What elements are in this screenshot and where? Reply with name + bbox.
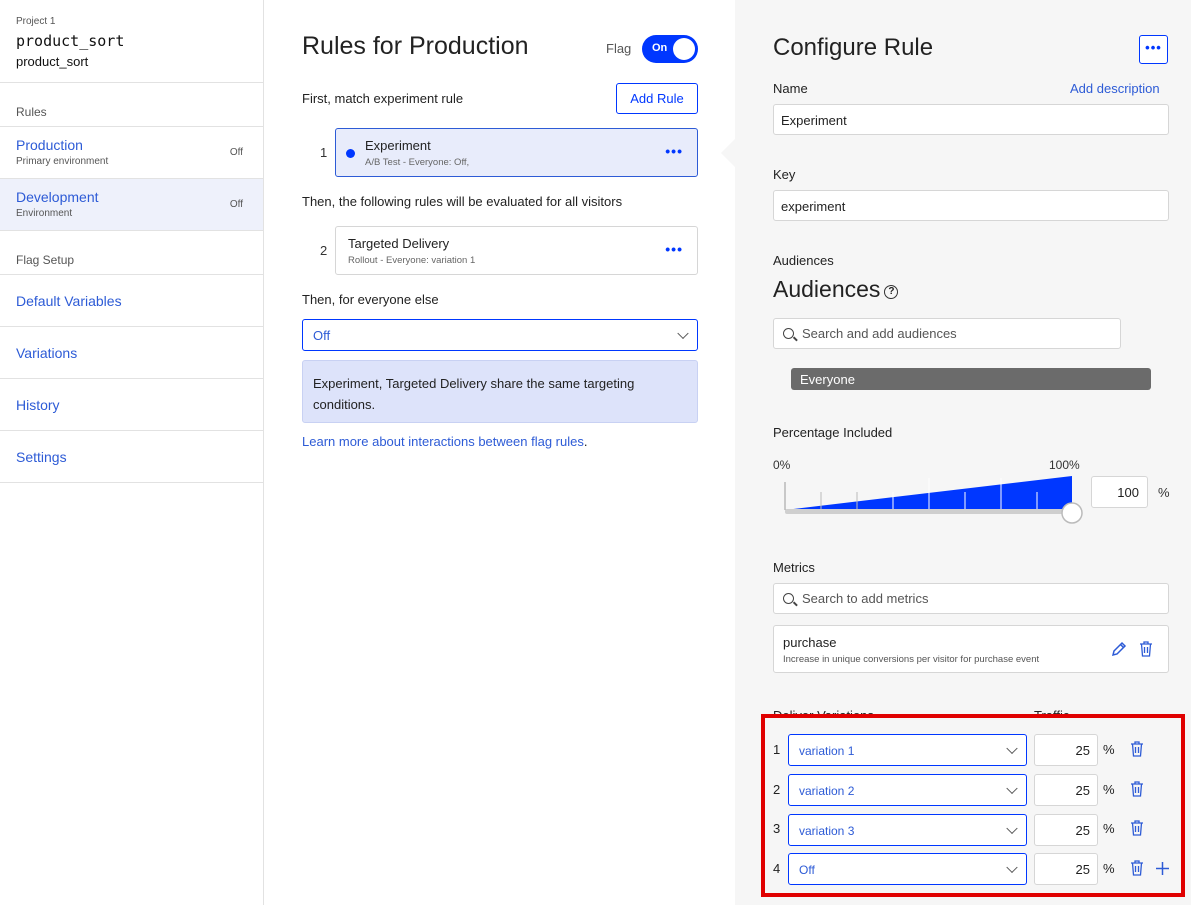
- percentage-label: Percentage Included: [773, 425, 893, 440]
- slider-handle[interactable]: [1061, 502, 1083, 524]
- project-header: Project 1 product_sort product_sort: [0, 0, 263, 83]
- metric-description: Increase in unique conversions per visit…: [783, 654, 1040, 665]
- env-status: Off: [229, 199, 243, 210]
- rule-number: 2: [320, 243, 328, 258]
- add-description-link[interactable]: Add description: [1070, 81, 1160, 96]
- flag-label: Flag: [606, 41, 632, 56]
- metrics-label: Metrics: [773, 560, 815, 575]
- sidebar-item-production[interactable]: Production Primary environment Off: [0, 127, 263, 179]
- rules-panel: Rules for Production Flag On First, matc…: [264, 0, 735, 905]
- metric-card: purchase Increase in unique conversions …: [773, 625, 1169, 673]
- add-rule-button[interactable]: Add Rule: [616, 83, 698, 114]
- metrics-search-placeholder: Search to add metrics: [802, 591, 929, 606]
- panel-title: Configure Rule: [773, 34, 934, 61]
- rule-card-experiment[interactable]: Experiment A/B Test - Everyone: Off, •••: [335, 128, 698, 177]
- help-icon[interactable]: ?: [884, 285, 899, 299]
- flag-toggle[interactable]: On: [642, 35, 698, 63]
- env-name: Development: [16, 189, 99, 205]
- then-everyone-text: Then, for everyone else: [302, 292, 439, 307]
- name-label: Name: [773, 81, 808, 96]
- env-status: Off: [229, 147, 243, 158]
- title-prefix: Rules for: [302, 32, 403, 60]
- more-options-icon[interactable]: •••: [665, 143, 683, 159]
- pct-min-label: 0%: [773, 458, 791, 472]
- audiences-heading-text: Audiences: [773, 276, 881, 302]
- flag-setup-heading: Flag Setup: [0, 231, 263, 275]
- pct-max-label: 100%: [1049, 458, 1080, 472]
- env-name: Production: [16, 137, 83, 153]
- sidebar-item-settings[interactable]: Settings: [0, 431, 263, 483]
- trash-icon[interactable]: [1139, 641, 1153, 657]
- percentage-slider[interactable]: [783, 474, 1087, 526]
- rule-number: 1: [320, 145, 328, 160]
- sidebar-item-variations[interactable]: Variations: [0, 327, 263, 379]
- rule-subtitle: A/B Test - Everyone: Off,: [365, 157, 470, 168]
- name-field[interactable]: Experiment: [773, 104, 1169, 135]
- key-label: Key: [773, 167, 796, 182]
- audience-chip-everyone[interactable]: Everyone: [791, 368, 1151, 390]
- pencil-icon[interactable]: [1111, 641, 1127, 657]
- toggle-label: On: [652, 42, 668, 54]
- everyone-else-select[interactable]: Off: [302, 319, 698, 351]
- metrics-search-input[interactable]: Search to add metrics: [773, 583, 1169, 614]
- project-label: Project 1: [16, 16, 56, 27]
- rules-section-heading: Rules: [0, 83, 263, 127]
- rule-title: Targeted Delivery: [348, 236, 450, 251]
- page-title: Rules for Production: [302, 32, 529, 61]
- percentage-input[interactable]: 100: [1091, 476, 1148, 508]
- learn-more-period: .: [583, 434, 588, 449]
- audience-search-placeholder: Search and add audiences: [802, 326, 957, 341]
- sidebar-item-history[interactable]: History: [0, 379, 263, 431]
- panel-more-button[interactable]: •••: [1139, 35, 1168, 64]
- first-match-text: First, match experiment rule: [302, 91, 464, 106]
- more-options-icon[interactable]: •••: [665, 241, 683, 257]
- highlight-box: [761, 714, 1185, 897]
- metric-name: purchase: [783, 635, 837, 650]
- active-dot-icon: [346, 149, 355, 158]
- flag-name: product_sort: [16, 54, 89, 69]
- sidebar: Project 1 product_sort product_sort Rule…: [0, 0, 264, 905]
- info-message: Experiment, Targeted Delivery share the …: [302, 360, 698, 423]
- sidebar-item-development[interactable]: Development Environment Off: [0, 179, 263, 231]
- env-subtitle: Environment: [16, 208, 73, 219]
- learn-more-text: Learn more about interactions between fl…: [302, 434, 587, 449]
- sidebar-item-default-variables[interactable]: Default Variables: [0, 275, 263, 327]
- toggle-knob: [673, 38, 695, 60]
- then-following-text: Then, the following rules will be evalua…: [302, 194, 623, 209]
- rule-card-targeted-delivery[interactable]: Targeted Delivery Rollout - Everyone: va…: [335, 226, 698, 275]
- audience-search-input[interactable]: Search and add audiences: [773, 318, 1121, 349]
- slider-track: [785, 509, 1072, 514]
- learn-more-link[interactable]: Learn more about interactions between fl…: [302, 434, 584, 449]
- percentage-sign: %: [1158, 485, 1170, 500]
- title-environment: Production: [409, 32, 529, 60]
- env-subtitle: Primary environment: [16, 156, 109, 167]
- key-field[interactable]: experiment: [773, 190, 1169, 221]
- flag-key: product_sort: [16, 32, 125, 50]
- chevron-down-icon: [677, 327, 689, 340]
- rule-title: Experiment: [365, 138, 431, 153]
- search-icon: [783, 328, 794, 339]
- panel-pointer: [721, 138, 736, 168]
- audiences-heading: Audiences?: [773, 276, 899, 303]
- rule-subtitle: Rollout - Everyone: variation 1: [348, 255, 476, 266]
- search-icon: [783, 593, 794, 604]
- audiences-label: Audiences: [773, 253, 834, 268]
- select-value: Off: [313, 328, 331, 343]
